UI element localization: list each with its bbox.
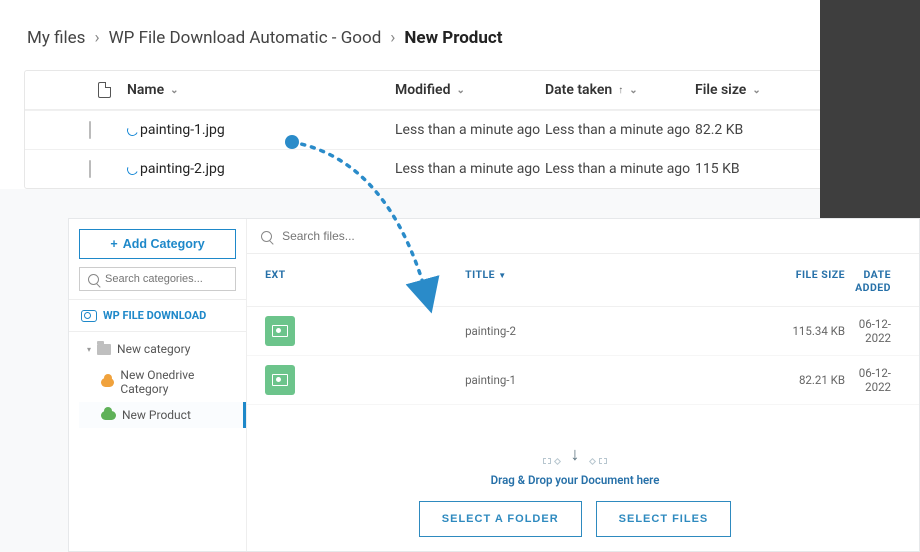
dropzone-text: Drag & Drop your Document here xyxy=(491,473,660,487)
chevron-down-icon: ⌄ xyxy=(170,85,178,96)
file-title: painting-2 xyxy=(465,324,705,338)
brand-header[interactable]: WP FILE DOWNLOAD xyxy=(69,299,246,332)
sort-desc-icon: ▼ xyxy=(498,271,506,280)
sidebar-item-label: New Onedrive Category xyxy=(120,368,232,396)
column-date-taken[interactable]: Date taken↑⌄ xyxy=(545,82,695,98)
file-row[interactable]: painting-1 82.21 KB 06-12-2022 xyxy=(247,356,919,405)
column-ext[interactable]: EXT xyxy=(265,268,465,294)
file-row[interactable]: painting-2 115.34 KB 06-12-2022 xyxy=(247,307,919,356)
brand-icon xyxy=(81,310,97,322)
table-row[interactable]: painting-2.jpg Less than a minute ago Le… xyxy=(25,149,898,188)
file-date-taken: Less than a minute ago xyxy=(545,122,695,138)
files-table-header: EXT TITLE ▼ FILE SIZE DATE ADDED xyxy=(247,254,919,307)
sync-icon xyxy=(127,125,138,136)
dropzone[interactable]: ↓ Drag & Drop your Document here SELECT … xyxy=(247,426,919,551)
search-categories-field[interactable] xyxy=(105,273,227,285)
select-files-button[interactable]: SELECT FILES xyxy=(596,501,732,537)
table-row[interactable]: painting-1.jpg Less than a minute ago Le… xyxy=(25,110,898,149)
search-categories-input[interactable] xyxy=(79,267,236,291)
chevron-right-icon: › xyxy=(94,28,99,48)
file-table: Name⌄ Modified⌄ Date taken↑⌄ File size⌄ … xyxy=(24,70,899,189)
sidebar-item-onedrive[interactable]: New Onedrive Category xyxy=(79,362,236,402)
file-date-taken: Less than a minute ago xyxy=(545,161,695,177)
ext-image-icon xyxy=(265,316,295,346)
file-name: painting-1.jpg xyxy=(140,122,225,138)
image-thumbnail-icon xyxy=(89,121,91,139)
add-category-button[interactable]: + Add Category xyxy=(79,229,236,259)
sidebar-item-label: New Product xyxy=(122,408,191,422)
collapse-icon: ▾ xyxy=(87,345,91,354)
ext-image-icon xyxy=(265,365,295,395)
column-file-size[interactable]: File size⌄ xyxy=(695,82,795,98)
chevron-down-icon: ⌄ xyxy=(456,85,464,96)
cloud-onedrive-icon xyxy=(101,378,114,387)
upload-illustration: ↓ xyxy=(543,446,607,464)
file-table-header: Name⌄ Modified⌄ Date taken↑⌄ File size⌄ xyxy=(25,71,898,110)
column-dateadded[interactable]: DATE ADDED xyxy=(855,268,901,294)
search-icon xyxy=(88,274,99,285)
arrow-up-icon: ↑ xyxy=(618,85,623,96)
file-date: 06-12-2022 xyxy=(855,317,901,345)
chevron-down-icon: ⌄ xyxy=(752,85,760,96)
breadcrumb-folder[interactable]: WP File Download Automatic - Good xyxy=(109,28,382,48)
breadcrumb-root[interactable]: My files xyxy=(27,28,85,48)
file-title: painting-1 xyxy=(465,373,705,387)
chevron-right-icon: › xyxy=(390,28,395,48)
category-tree: ▾ New category New Onedrive Category New… xyxy=(79,336,236,428)
chevron-down-icon: ⌄ xyxy=(629,85,637,96)
column-name[interactable]: Name⌄ xyxy=(127,82,395,98)
cloud-file-browser: My files › WP File Download Automatic - … xyxy=(0,0,920,189)
sidebar-item-new-category[interactable]: ▾ New category xyxy=(79,336,236,362)
file-name: painting-2.jpg xyxy=(140,161,225,177)
image-thumbnail-icon xyxy=(89,160,91,178)
file-size: 115.34 KB xyxy=(705,324,855,338)
search-icon xyxy=(261,231,272,242)
file-size: 82.2 KB xyxy=(695,122,795,138)
sync-icon xyxy=(127,164,138,175)
sidebar-item-label: New category xyxy=(117,342,190,356)
download-arrow-icon: ↓ xyxy=(564,446,586,464)
wp-file-download-panel: + Add Category WP FILE DOWNLOAD ▾ New ca… xyxy=(68,218,920,552)
file-date: 06-12-2022 xyxy=(855,366,901,394)
column-modified[interactable]: Modified⌄ xyxy=(395,82,545,98)
background-strip xyxy=(820,0,920,220)
select-folder-button[interactable]: SELECT A FOLDER xyxy=(419,501,582,537)
breadcrumb: My files › WP File Download Automatic - … xyxy=(0,28,920,70)
file-modified: Less than a minute ago xyxy=(395,161,545,177)
folder-icon xyxy=(97,344,111,355)
document-icon xyxy=(98,82,111,98)
plus-icon: + xyxy=(110,237,117,251)
main-content: EXT TITLE ▼ FILE SIZE DATE ADDED paintin… xyxy=(247,219,919,551)
sidebar: + Add Category WP FILE DOWNLOAD ▾ New ca… xyxy=(69,219,247,551)
column-title[interactable]: TITLE ▼ xyxy=(465,268,705,294)
file-modified: Less than a minute ago xyxy=(395,122,545,138)
cloud-product-icon xyxy=(101,411,116,420)
search-files-row xyxy=(247,219,919,254)
file-type-column-icon[interactable] xyxy=(81,82,127,98)
sidebar-item-new-product[interactable]: New Product xyxy=(79,402,246,428)
search-files-input[interactable] xyxy=(282,229,482,243)
column-filesize[interactable]: FILE SIZE xyxy=(705,268,855,294)
file-size: 115 KB xyxy=(695,161,795,177)
breadcrumb-current: New Product xyxy=(404,28,502,48)
file-size: 82.21 KB xyxy=(705,373,855,387)
